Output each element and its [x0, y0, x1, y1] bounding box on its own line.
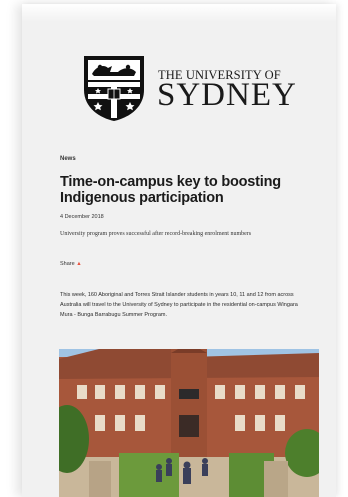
article-standfirst: University program proves successful aft… — [60, 231, 252, 237]
share-icon[interactable]: ▲ — [76, 261, 81, 267]
article-title: Time-on-campus key to boosting Indigenou… — [60, 174, 281, 206]
article-photo — [59, 349, 319, 497]
university-logo[interactable]: THE UNIVERSITY OF SYDNEY — [82, 54, 322, 124]
university-name: SYDNEY — [157, 77, 297, 113]
article-date: 4 December 2018 — [60, 214, 104, 220]
article-body: This week, 160 Aboriginal and Torres Str… — [60, 292, 298, 318]
share-label: Share — [60, 261, 75, 267]
document-page: THE UNIVERSITY OF SYDNEY News Time-on-ca… — [22, 4, 336, 497]
share-link[interactable]: Share ▲ — [60, 261, 82, 267]
university-crest-icon — [84, 56, 144, 121]
article-kicker[interactable]: News — [60, 156, 76, 162]
